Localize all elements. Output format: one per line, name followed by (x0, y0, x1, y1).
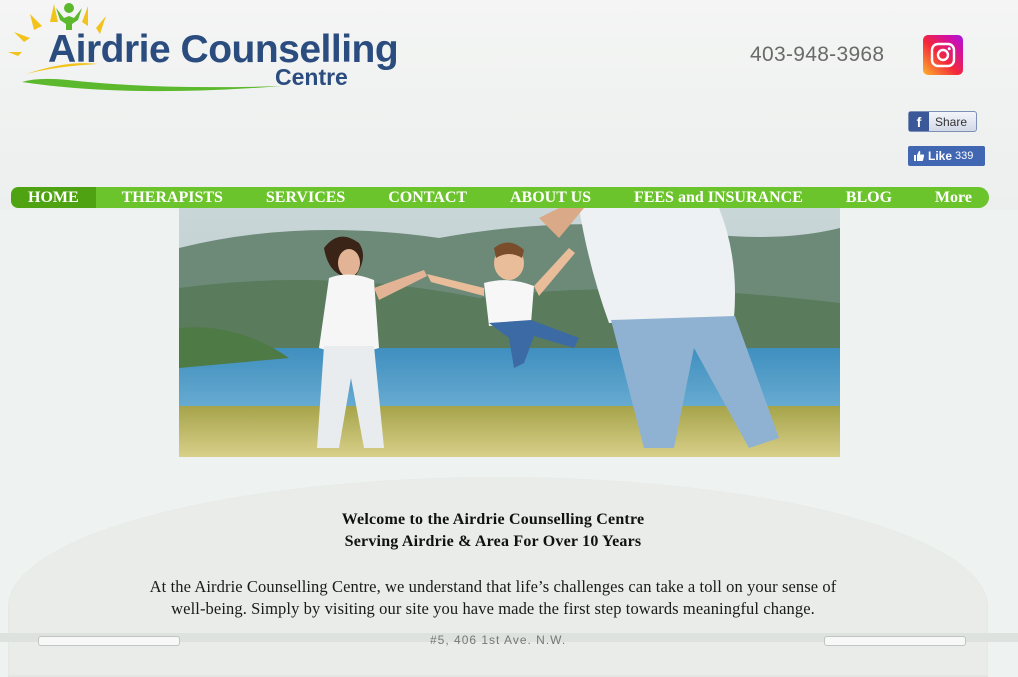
nav-item-fees-insurance[interactable]: FEES and INSURANCE (617, 187, 820, 208)
facebook-like-button[interactable]: Like 339 (908, 146, 985, 166)
nav-item-blog[interactable]: BLOG (829, 187, 909, 208)
welcome-heading: Welcome to the Airdrie Counselling Centr… (341, 511, 645, 528)
nav-item-contact[interactable]: CONTACT (371, 187, 484, 208)
intro-text-line1: At the Airdrie Counselling Centre, we un… (149, 577, 837, 596)
nav-item-services[interactable]: SERVICES (249, 187, 362, 208)
logo-subtitle: Centre (275, 64, 348, 90)
footer-left-box (38, 636, 180, 646)
instagram-link[interactable] (923, 35, 963, 75)
facebook-like-label: Like (928, 149, 953, 163)
phone-number[interactable]: 403-948-3968 (750, 43, 884, 67)
footer-right-box (824, 636, 966, 646)
footer-address: #5, 406 1st Ave. N.W. (430, 633, 567, 647)
nav-item-therapists[interactable]: THERAPISTS (105, 187, 240, 208)
nav-item-about-us[interactable]: ABOUT US (493, 187, 608, 208)
hero-image (179, 208, 840, 457)
site-logo[interactable]: Airdrie Counselling Centre (8, 0, 399, 100)
facebook-share-label: Share (935, 114, 968, 129)
facebook-icon: f (909, 112, 929, 131)
main-nav: HOME THERAPISTS SERVICES CONTACT ABOUT U… (11, 187, 989, 208)
thumbs-up-icon (914, 150, 925, 161)
instagram-icon (930, 42, 956, 68)
welcome-subheading: Serving Airdrie & Area For Over 10 Years (344, 533, 642, 550)
facebook-share-button[interactable]: f Share (908, 111, 977, 132)
nav-item-home[interactable]: HOME (11, 187, 96, 208)
nav-item-more[interactable]: More (918, 187, 989, 208)
facebook-like-count: 339 (955, 150, 974, 162)
intro-text-line2: well-being. Simply by visiting our site … (171, 599, 815, 618)
